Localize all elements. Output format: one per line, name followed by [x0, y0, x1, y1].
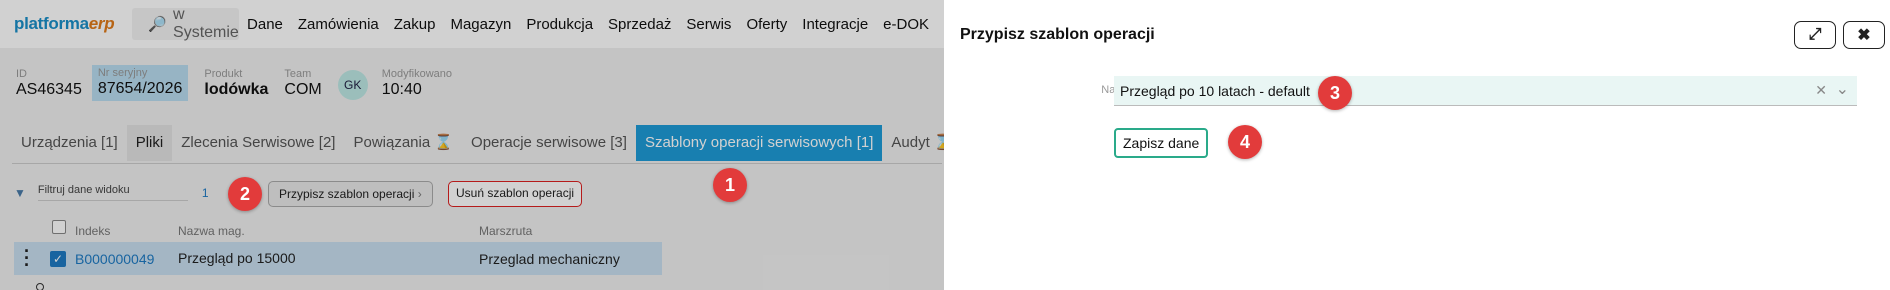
clear-icon[interactable]: ✕ — [1815, 82, 1827, 99]
marker-3: 3 — [1318, 76, 1352, 110]
team-field: Team COM — [284, 68, 321, 101]
marker-4: 4 — [1228, 125, 1262, 159]
menu-item-zakup[interactable]: Zakup — [394, 16, 436, 33]
product-label: Produkt — [204, 68, 243, 80]
avatar[interactable]: GK — [337, 70, 368, 100]
logo-accent: erp — [88, 14, 115, 33]
tab-audyt[interactable]: Audyt ⌛ — [882, 125, 944, 161]
top-navigation: platformaerp 🔎 w Systemie Dane Zamówieni… — [0, 0, 944, 48]
side-panel: Przypisz szablon operacji ⤢ ✖ Nazwa szab… — [944, 0, 1890, 290]
main-view: platformaerp 🔎 w Systemie Dane Zamówieni… — [0, 0, 944, 290]
table-row[interactable]: · · · ✓ B000000049 Przegląd po 15000 Przeg… — [14, 242, 662, 275]
menu-item-integracje[interactable]: Integracje — [802, 16, 868, 33]
radio-icon — [36, 283, 44, 290]
menu-item-sprzedaz[interactable]: Sprzedaż — [608, 16, 671, 33]
serial-value: 87654/2026 — [97, 80, 183, 97]
column-header-indeks[interactable]: Indeks — [75, 224, 110, 238]
assign-template-button[interactable]: Przypisz szablon operacji › — [268, 181, 433, 207]
select-all-checkbox[interactable] — [52, 220, 66, 234]
logo-main: platforma — [14, 14, 89, 33]
tab-zlecenia-serwisowe[interactable]: Zlecenia Serwisowe [2] — [172, 125, 344, 161]
team-label: Team — [284, 68, 312, 80]
filter-icon[interactable]: ▼ — [14, 186, 26, 200]
tab-operacje-serwisowe[interactable]: Operacje serwisowe [3] — [462, 125, 636, 161]
menu-item-oferty[interactable]: Oferty — [746, 16, 787, 33]
menu-item-magazyn[interactable]: Magazyn — [450, 16, 511, 33]
cell-index[interactable]: B000000049 — [75, 251, 154, 267]
tab-szablony-operacji[interactable]: Szablony operacji serwisowych [1] — [635, 125, 883, 161]
modified-value: 10:40 — [381, 81, 422, 98]
menu-item-serwis[interactable]: Serwis — [686, 16, 731, 33]
template-name-value: Przegląd po 10 latach - default — [1120, 83, 1310, 99]
tab-divider — [12, 163, 942, 164]
close-icon: ✖ — [1857, 27, 1871, 44]
tab-powiazania[interactable]: Powiązania ⌛ — [344, 125, 462, 161]
menu-item-zamowienia[interactable]: Zamówienia — [298, 16, 379, 33]
marker-2: 2 — [228, 177, 262, 211]
search-icon: 🔎 — [148, 16, 168, 33]
row-checkbox[interactable]: ✓ — [50, 251, 66, 267]
main-menu: Dane Zamówienia Zakup Magazyn Produkcja … — [247, 16, 944, 33]
id-field: ID AS46345 — [16, 68, 82, 101]
column-header-nazwa[interactable]: Nazwa mag. — [178, 224, 245, 238]
more-icon[interactable]: · · · — [24, 242, 30, 274]
tab-pliki[interactable]: Pliki — [126, 125, 173, 161]
team-value: COM — [284, 81, 322, 98]
menu-item-edok[interactable]: e-DOK — [883, 16, 929, 33]
id-label: ID — [16, 68, 27, 80]
serial-label: Nr seryjny — [97, 67, 148, 79]
tab-urzadzenia[interactable]: Urządzenia [1] — [12, 125, 127, 161]
assign-template-label: Przypisz szablon operacji — [279, 187, 415, 201]
column-header-marszruta[interactable]: Marszruta — [479, 224, 532, 238]
expand-button[interactable]: ⤢ — [1794, 21, 1836, 49]
product-value: lodówka — [204, 81, 269, 98]
record-header: ID AS46345 Nr seryjny 87654/2026 Produkt… — [16, 65, 468, 101]
chevron-right-icon: › — [417, 187, 422, 201]
expand-icon: ⤢ — [1808, 26, 1822, 43]
modified-label: Modyfikowano — [381, 68, 453, 80]
product-field: Produkt lodówka — [204, 68, 268, 101]
panel-title: Przypisz szablon operacji — [960, 26, 1155, 43]
logo[interactable]: platformaerp — [14, 14, 115, 34]
menu-item-produkcja[interactable]: Produkcja — [526, 16, 593, 33]
chevron-down-icon[interactable]: ⌄ — [1836, 79, 1849, 99]
filter-bar: ▼ Filtruj dane widoku 1 — [14, 184, 209, 201]
menu-item-dane[interactable]: Dane — [247, 16, 283, 33]
id-value: AS46345 — [16, 81, 82, 98]
cell-name: Przegląd po 15000 — [178, 250, 296, 266]
save-button[interactable]: Zapisz dane — [1114, 128, 1209, 158]
delete-template-button[interactable]: Usuń szablon operacji — [448, 181, 583, 207]
search-label: w Systemie — [173, 6, 239, 41]
tab-bar: Urządzenia [1] Pliki Zlecenia Serwisowe … — [12, 125, 944, 161]
template-name-select[interactable]: Przegląd po 10 latach - default ✕ ⌄ — [1114, 76, 1857, 106]
row-count: 1 — [201, 185, 209, 200]
serial-field[interactable]: Nr seryjny 87654/2026 — [91, 65, 189, 101]
marker-1: 1 — [713, 168, 747, 202]
filter-input[interactable]: Filtruj dane widoku — [37, 184, 188, 201]
cell-route: Przeglad mechaniczny — [479, 251, 620, 267]
search-button[interactable]: 🔎 w Systemie — [132, 6, 240, 41]
modified-field: Modyfikowano 10:40 — [382, 68, 452, 101]
close-button[interactable]: ✖ — [1843, 21, 1885, 49]
